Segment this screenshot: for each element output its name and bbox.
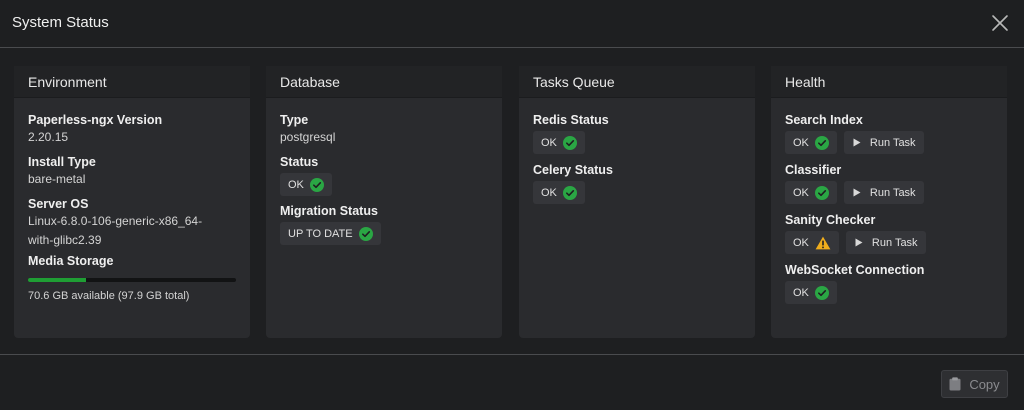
install-type-label: Install Type <box>28 155 96 169</box>
warning-triangle-icon <box>815 236 831 249</box>
server-os-value-line1: Linux-6.8.0-106-generic-x86_64- <box>28 214 203 228</box>
media-storage-text: 70.6 GB available (97.9 GB total) <box>28 290 190 302</box>
classifier-text: OK <box>793 186 809 199</box>
close-icon <box>992 15 1008 31</box>
sanity-checker-badge: OK <box>785 231 839 254</box>
tasks-queue-card: Tasks Queue Redis Status OK Celery Statu… <box>519 66 755 338</box>
version-label: Paperless-ngx Version <box>28 113 163 127</box>
clipboard-icon <box>949 377 961 391</box>
modal-header: System Status <box>0 0 1024 48</box>
server-os-label: Server OS <box>28 197 89 211</box>
celery-status-text: OK <box>541 186 557 199</box>
sanity-checker-text: OK <box>793 236 809 249</box>
celery-status-badge: OK <box>533 181 585 204</box>
version-value: 2.20.15 <box>28 130 69 144</box>
celery-status-label: Celery Status <box>533 163 613 177</box>
run-task-label: Run Task <box>871 236 918 249</box>
search-index-text: OK <box>793 136 809 149</box>
copy-button[interactable]: Copy <box>941 370 1008 398</box>
db-type-value: postgresql <box>280 130 336 144</box>
environment-card: Environment Paperless-ngx Version 2.20.1… <box>14 66 250 338</box>
database-card: Database Type postgresql Status OK Migra… <box>266 66 502 338</box>
check-circle-icon <box>358 226 373 241</box>
database-card-header: Database <box>266 66 502 98</box>
search-index-label: Search Index <box>785 113 863 127</box>
classifier-label: Classifier <box>785 163 842 177</box>
check-circle-icon <box>562 135 577 150</box>
classifier-run-task-button[interactable]: Run Task <box>843 181 924 204</box>
redis-status-label: Redis Status <box>533 113 609 127</box>
run-task-label: Run Task <box>869 136 916 149</box>
tasks-queue-card-header: Tasks Queue <box>519 66 755 98</box>
run-task-label: Run Task <box>869 186 916 199</box>
db-status-label: Status <box>280 155 319 169</box>
migration-status-badge: UP TO DATE <box>280 222 381 245</box>
websocket-connection-text: OK <box>793 286 809 299</box>
modal-footer: Copy <box>0 354 1024 410</box>
check-circle-icon <box>814 285 829 300</box>
install-type-value: bare-metal <box>28 172 86 186</box>
health-card-header: Health <box>771 66 1007 98</box>
search-index-badge: OK <box>785 131 837 154</box>
check-circle-icon <box>309 177 324 192</box>
redis-status-badge: OK <box>533 131 585 154</box>
health-card: Health Search Index OK Run Task Classifi… <box>771 66 1007 338</box>
play-icon <box>853 138 861 147</box>
db-status-badge: OK <box>280 173 332 196</box>
server-os-value-line2: with-glibc2.39 <box>28 233 102 247</box>
search-index-run-task-button[interactable]: Run Task <box>843 131 924 154</box>
media-storage-label: Media Storage <box>28 254 114 268</box>
media-storage-bar-fill <box>28 278 87 282</box>
environment-card-header: Environment <box>14 66 250 98</box>
check-circle-icon <box>562 185 577 200</box>
db-status-text: OK <box>288 178 304 191</box>
sanity-checker-label: Sanity Checker <box>785 213 876 227</box>
modal-title: System Status <box>12 14 109 31</box>
classifier-badge: OK <box>785 181 837 204</box>
copy-button-label: Copy <box>969 376 1000 392</box>
media-storage-bar <box>28 278 236 282</box>
sanity-checker-run-task-button[interactable]: Run Task <box>845 231 926 254</box>
redis-status-text: OK <box>541 136 557 149</box>
check-circle-icon <box>814 135 829 150</box>
websocket-connection-label: WebSocket Connection <box>785 263 925 277</box>
close-button[interactable] <box>989 12 1011 34</box>
db-type-label: Type <box>280 113 309 127</box>
check-circle-icon <box>814 185 829 200</box>
play-icon <box>853 188 861 197</box>
websocket-connection-badge: OK <box>785 281 837 304</box>
migration-status-label: Migration Status <box>280 204 378 218</box>
play-icon <box>855 238 863 247</box>
migration-status-text: UP TO DATE <box>288 227 353 240</box>
